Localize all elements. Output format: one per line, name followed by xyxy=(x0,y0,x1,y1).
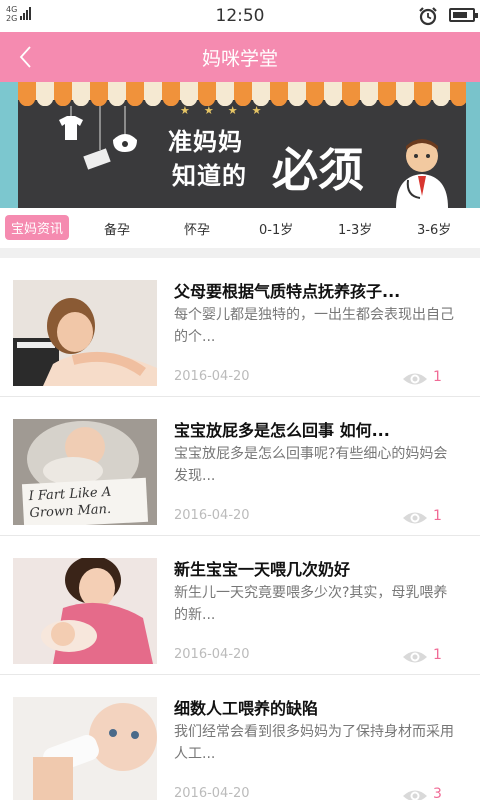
tab-baby-mom-news[interactable]: 宝妈资讯 xyxy=(5,215,70,240)
eye-icon xyxy=(403,651,427,663)
article-summary: 每个婴儿都是独特的，一出生都会表现出自己的个... xyxy=(174,307,454,345)
article-thumbnail: I Fart Like A Grown Man. xyxy=(13,419,157,525)
banner-carousel[interactable]: ★★★★ 准妈妈 知道的 必须 xyxy=(0,82,480,208)
banner-edge xyxy=(0,82,18,208)
page-title: 妈咪学堂 xyxy=(201,48,278,70)
article-summary: 新生儿一天究竟要喂多少次?其实，母乳喂养的新... xyxy=(174,585,448,623)
article-date: 2016-04-20 xyxy=(174,786,250,800)
banner-headline: 必须 xyxy=(272,143,364,197)
tab-age-0-1[interactable]: 0-1岁 xyxy=(259,219,293,238)
banner-edge xyxy=(466,82,480,208)
tab-pre-pregnancy[interactable]: 备孕 xyxy=(104,219,130,238)
nav-bar: 妈咪学堂 xyxy=(0,32,480,82)
banner-text-line1: 准妈妈 xyxy=(168,128,243,156)
thumbnail-sign-text: I Fart Like A Grown Man. xyxy=(28,484,112,522)
list-item[interactable]: I Fart Like A Grown Man. 宝宝放屁多是怎么回事 如何..… xyxy=(0,397,480,536)
article-title[interactable]: 新生宝宝一天喂几次奶好 xyxy=(174,556,350,580)
alarm-icon xyxy=(419,7,437,26)
article-title[interactable]: 细数人工喂养的缺陷 xyxy=(174,695,318,719)
article-title[interactable]: 宝宝放屁多是怎么回事 如何... xyxy=(174,417,390,441)
list-item[interactable]: 新生宝宝一天喂几次奶好 新生儿一天究竟要喂多少次?其实，母乳喂养的新... 20… xyxy=(0,536,480,675)
eye-icon xyxy=(403,790,427,800)
status-bar: 4G 2G 12:50 xyxy=(0,0,480,32)
status-time: 12:50 xyxy=(215,6,265,26)
star-decoration: ★★★★ xyxy=(180,104,276,117)
article-date: 2016-04-20 xyxy=(174,647,250,662)
view-count: 1 xyxy=(433,369,442,385)
eye-icon xyxy=(403,512,427,524)
tab-age-1-3[interactable]: 1-3岁 xyxy=(338,219,372,238)
view-count: 3 xyxy=(433,786,442,800)
banner-text-line2: 知道的 xyxy=(172,162,247,190)
view-count: 1 xyxy=(433,508,442,524)
view-count: 1 xyxy=(433,647,442,663)
category-tabs: 宝妈资讯 备孕 怀孕 0-1岁 1-3岁 3-6岁 xyxy=(0,208,480,248)
divider xyxy=(0,248,480,258)
doctor-illustration xyxy=(396,139,448,208)
tab-age-3-6[interactable]: 3-6岁 xyxy=(417,219,451,238)
eye-icon xyxy=(403,373,427,385)
article-thumbnail xyxy=(13,280,157,386)
article-title[interactable]: 父母要根据气质特点抚养孩子... xyxy=(174,278,400,302)
baby-clothes-icon xyxy=(59,106,137,170)
list-item[interactable]: 细数人工喂养的缺陷 我们经常会看到很多妈妈为了保持身材而采用人工... 2016… xyxy=(0,675,480,800)
article-thumbnail xyxy=(13,558,157,664)
article-summary: 我们经常会看到很多妈妈为了保持身材而采用人工... xyxy=(174,724,454,762)
tab-pregnancy[interactable]: 怀孕 xyxy=(184,219,210,238)
list-item[interactable]: 父母要根据气质特点抚养孩子... 每个婴儿都是独特的，一出生都会表现出自己的个.… xyxy=(0,258,480,397)
battery-icon xyxy=(449,8,478,22)
article-date: 2016-04-20 xyxy=(174,508,250,523)
article-date: 2016-04-20 xyxy=(174,369,250,384)
article-list: 父母要根据气质特点抚养孩子... 每个婴儿都是独特的，一出生都会表现出自己的个.… xyxy=(0,258,480,800)
article-thumbnail xyxy=(13,697,157,800)
article-summary: 宝宝放屁多是怎么回事呢?有些细心的妈妈会发现... xyxy=(174,446,448,484)
